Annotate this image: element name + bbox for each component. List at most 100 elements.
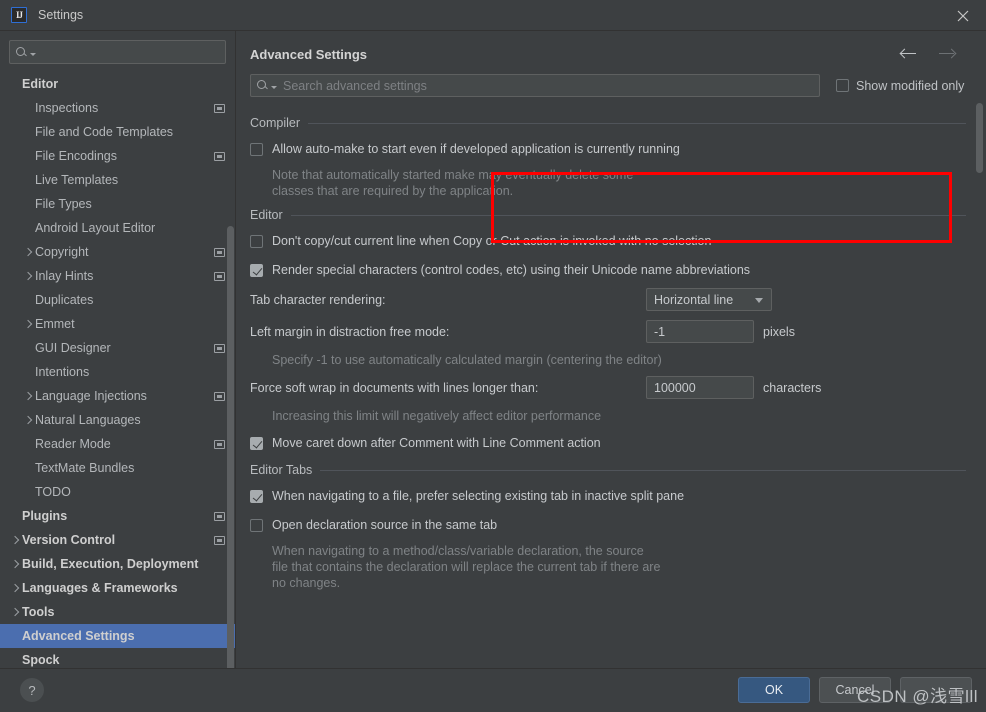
setting-checkbox-move-caret-down-after-comment-with-line-comment-[interactable]: Move caret down after Comment with Line … <box>250 432 966 454</box>
section-divider <box>290 214 966 216</box>
arrow-right-icon[interactable] <box>938 47 957 61</box>
window-titlebar: IJ Settings <box>0 0 986 31</box>
chevron-right-icon[interactable] <box>22 318 35 331</box>
dropdown-value: Horizontal line <box>654 292 734 307</box>
chevron-right-icon[interactable] <box>9 606 22 619</box>
section-divider <box>320 469 966 471</box>
show-modified-only-checkbox[interactable]: Show modified only <box>836 79 964 93</box>
setting-checkbox-open-declaration-source-in-the-same-tab[interactable]: Open declaration source in the same tab <box>250 514 966 536</box>
sidebar-item-label: TextMate Bundles <box>35 461 135 475</box>
project-scope-icon <box>214 272 225 281</box>
sidebar-item-label: Reader Mode <box>35 437 111 451</box>
project-scope-icon <box>214 344 225 353</box>
search-icon <box>257 79 270 92</box>
setting-checkbox-don-t-copy-cut-current-line-when-copy-or-cut-act[interactable]: Don't copy/cut current line when Copy or… <box>250 230 966 252</box>
sidebar-item-file-and-code-templates[interactable]: File and Code Templates <box>0 120 235 144</box>
close-icon[interactable] <box>940 0 986 31</box>
help-button[interactable]: ? <box>20 678 44 702</box>
setting-label: Don't copy/cut current line when Copy or… <box>272 234 712 248</box>
sidebar-item-textmate-bundles[interactable]: TextMate Bundles <box>0 456 235 480</box>
unit-label: characters <box>763 380 822 395</box>
close-glyph <box>957 10 969 21</box>
sidebar-item-inlay-hints[interactable]: Inlay Hints <box>0 264 235 288</box>
nav-arrows <box>899 47 972 61</box>
watermark: CSDN @浅雪lll <box>857 687 978 706</box>
sidebar-item-label: TODO <box>35 485 71 499</box>
sidebar-item-label: File Types <box>35 197 92 211</box>
sidebar-item-file-types[interactable]: File Types <box>0 192 235 216</box>
sidebar-item-advanced-settings[interactable]: Advanced Settings <box>0 624 235 648</box>
sidebar-item-natural-languages[interactable]: Natural Languages <box>0 408 235 432</box>
sidebar-scrollbar-thumb[interactable] <box>227 226 234 668</box>
advanced-search-placeholder: Search advanced settings <box>283 78 427 93</box>
sidebar-item-tools[interactable]: Tools <box>0 600 235 624</box>
sidebar-item-label: Language Injections <box>35 389 147 403</box>
sidebar-item-editor[interactable]: Editor <box>0 72 235 96</box>
project-scope-icon <box>214 536 225 545</box>
setting-checkbox-when-navigating-to-a-file-prefer-selecting-exist[interactable]: When navigating to a file, prefer select… <box>250 485 966 507</box>
sidebar-item-gui-designer[interactable]: GUI Designer <box>0 336 235 360</box>
dialog-footer: ? OK Cancel CSDN @浅雪lll <box>0 668 986 711</box>
sidebar-item-android-layout-editor[interactable]: Android Layout Editor <box>0 216 235 240</box>
section-title: Editor Tabs <box>250 463 313 477</box>
sidebar-item-todo[interactable]: TODO <box>0 480 235 504</box>
advanced-settings-search-input[interactable]: Search advanced settings <box>250 74 820 97</box>
chevron-right-icon[interactable] <box>22 414 35 427</box>
arrow-left-head <box>899 48 910 58</box>
setting-checkbox-allow-auto-make-to-start-even-if-developed-appli[interactable]: Allow auto-make to start even if develop… <box>250 138 966 160</box>
sidebar-item-duplicates[interactable]: Duplicates <box>0 288 235 312</box>
unit-label: pixels <box>763 324 795 339</box>
sidebar-item-label: Spock <box>22 653 60 667</box>
sidebar-item-label: Build, Execution, Deployment <box>22 557 199 571</box>
sidebar-item-label: Live Templates <box>35 173 119 187</box>
sidebar-item-version-control[interactable]: Version Control <box>0 528 235 552</box>
input-force-soft-wrap-in-documents-with-lines-longer-t[interactable]: 100000 <box>646 376 754 399</box>
sidebar-item-label: Plugins <box>22 509 68 523</box>
input-value: 100000 <box>654 380 696 395</box>
chevron-right-icon[interactable] <box>22 246 35 259</box>
sidebar-item-languages-frameworks[interactable]: Languages & Frameworks <box>0 576 235 600</box>
sidebar-item-live-templates[interactable]: Live Templates <box>0 168 235 192</box>
dropdown-tab-character-rendering[interactable]: Horizontal line <box>646 288 772 311</box>
project-scope-icon <box>214 440 225 449</box>
setting-hint: When navigating to a method/class/variab… <box>272 544 661 590</box>
input-left-margin-in-distraction-free-mode[interactable]: -1 <box>646 320 754 343</box>
sidebar-item-label: File and Code Templates <box>35 125 174 139</box>
sidebar-item-plugins[interactable]: Plugins <box>0 504 235 528</box>
setting-hint: Specify -1 to use automatically calculat… <box>272 353 662 367</box>
chevron-right-icon[interactable] <box>22 390 35 403</box>
chevron-right-icon[interactable] <box>9 582 22 595</box>
setting-checkbox-render-special-characters-control-codes-etc-usin[interactable]: Render special characters (control codes… <box>250 259 966 281</box>
setting-label: Open declaration source in the same tab <box>272 518 498 532</box>
setting-field-force-soft-wrap-in-documents-with-lines-longer-t: Force soft wrap in documents with lines … <box>250 376 966 399</box>
sidebar-search-wrap <box>0 31 235 70</box>
input-value: -1 <box>654 324 666 339</box>
advanced-search-row: Search advanced settings Show modified o… <box>236 65 986 97</box>
chevron-right-icon[interactable] <box>9 534 22 547</box>
arrow-left-icon[interactable] <box>899 47 918 61</box>
settings-main-panel: Advanced Settings Search advanced settin… <box>236 31 986 668</box>
settings-search-input[interactable] <box>9 40 226 64</box>
sidebar-item-emmet[interactable]: Emmet <box>0 312 235 336</box>
sidebar-item-build-execution-deployment[interactable]: Build, Execution, Deployment <box>0 552 235 576</box>
checkbox-box <box>250 489 263 503</box>
chevron-right-icon[interactable] <box>9 558 22 571</box>
sidebar-item-reader-mode[interactable]: Reader Mode <box>0 432 235 456</box>
sidebar-item-intentions[interactable]: Intentions <box>0 360 235 384</box>
sidebar-item-file-encodings[interactable]: File Encodings <box>0 144 235 168</box>
setting-hint: Increasing this limit will negatively af… <box>272 409 602 423</box>
sidebar-item-inspections[interactable]: Inspections <box>0 96 235 120</box>
sidebar-item-spock[interactable]: Spock <box>0 648 235 668</box>
sidebar-item-copyright[interactable]: Copyright <box>0 240 235 264</box>
checkbox-box <box>250 142 263 156</box>
project-scope-icon <box>214 392 225 401</box>
sidebar-item-label: Advanced Settings <box>22 629 135 643</box>
sidebar-item-language-injections[interactable]: Language Injections <box>0 384 235 408</box>
main-scrollbar-thumb[interactable] <box>976 103 983 173</box>
dialog-body: Editor Inspections File and Code Templates… <box>0 31 986 668</box>
chevron-down-icon <box>30 52 36 56</box>
sidebar-item-label: Intentions <box>35 365 90 379</box>
chevron-right-icon[interactable] <box>22 270 35 283</box>
ok-button[interactable]: OK <box>738 677 810 703</box>
settings-sidebar: Editor Inspections File and Code Templates… <box>0 31 236 668</box>
